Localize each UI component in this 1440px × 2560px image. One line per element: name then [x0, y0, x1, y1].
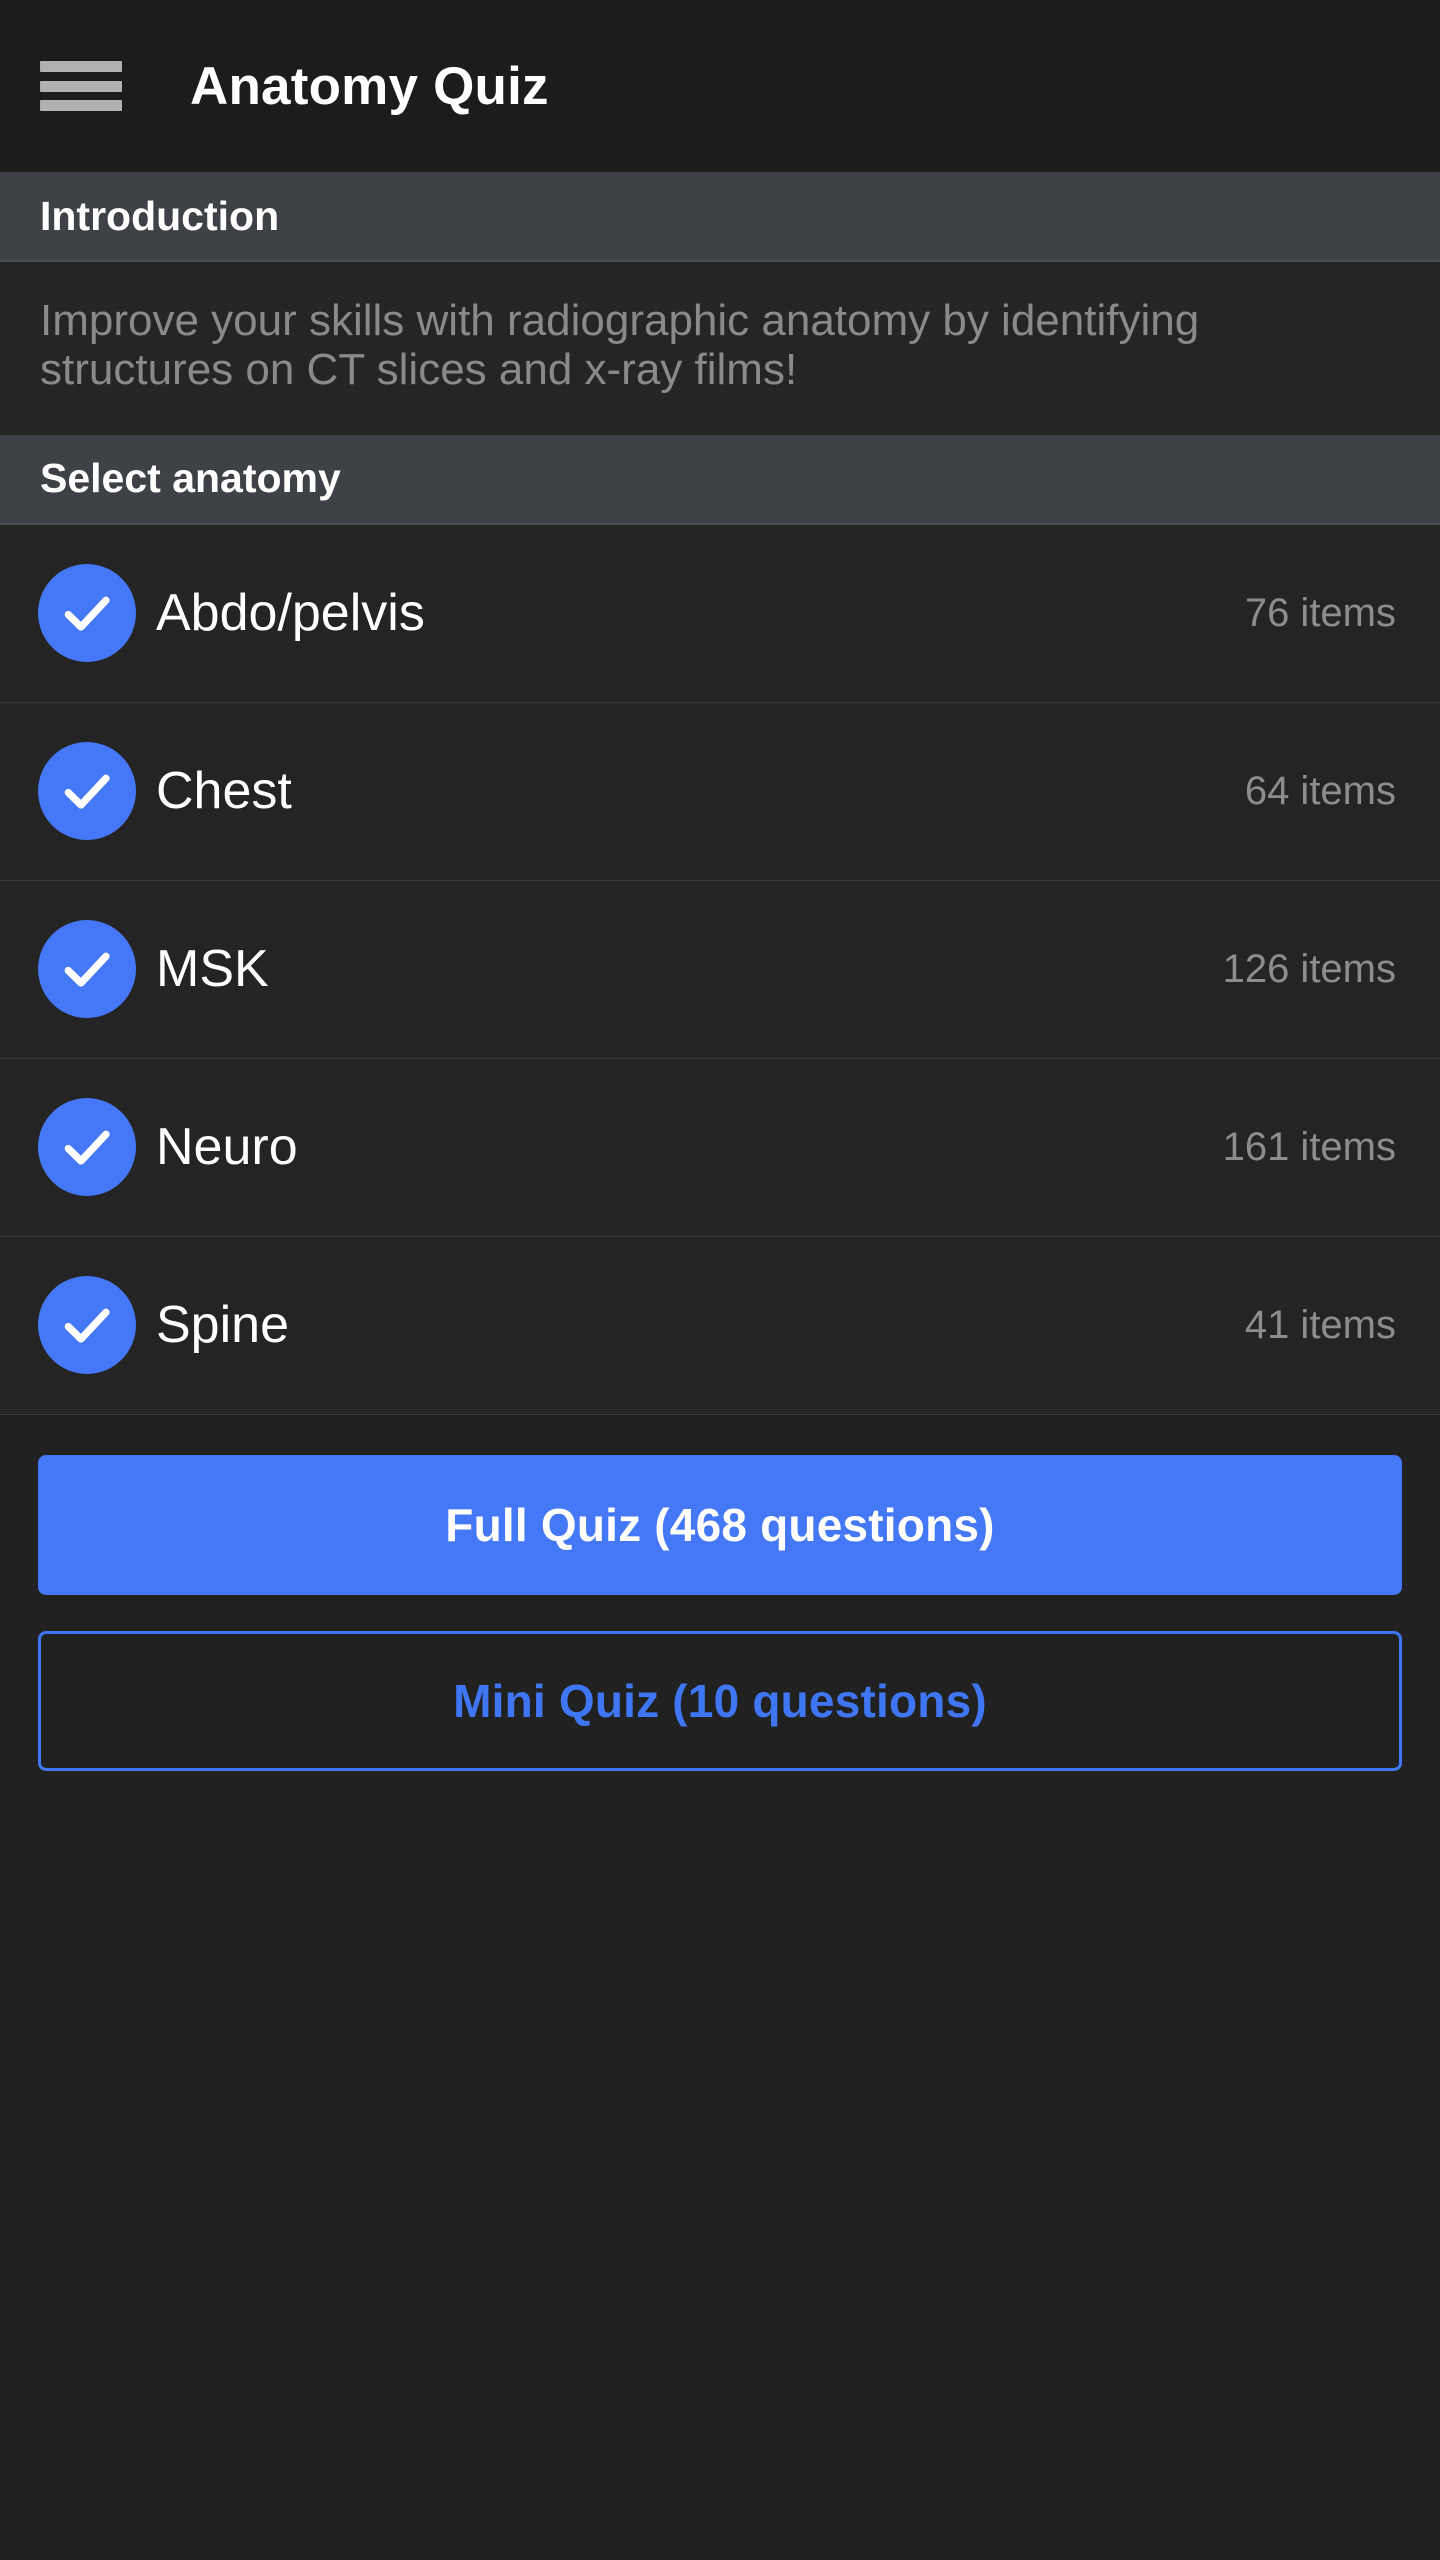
anatomy-label: MSK [156, 940, 269, 999]
list-item[interactable]: Neuro 161 items [0, 1058, 1440, 1237]
select-anatomy-header-label: Select anatomy [40, 455, 341, 502]
app-bar: Anatomy Quiz [0, 0, 1440, 172]
full-quiz-button[interactable]: Full Quiz (468 questions) [38, 1454, 1402, 1595]
list-item[interactable]: Abdo/pelvis 76 items [0, 524, 1440, 703]
list-item[interactable]: MSK 126 items [0, 880, 1440, 1059]
page-title: Anatomy Quiz [190, 56, 549, 116]
select-anatomy-section-header: Select anatomy [0, 434, 1440, 525]
anatomy-list: Abdo/pelvis 76 items Chest 64 items MSK … [0, 524, 1440, 1415]
hamburger-bar [40, 61, 122, 72]
mini-quiz-button[interactable]: Mini Quiz (10 questions) [38, 1630, 1402, 1771]
quiz-actions: Full Quiz (468 questions) Mini Quiz (10 … [0, 1415, 1440, 1771]
anatomy-label: Abdo/pelvis [156, 584, 425, 643]
checkmark-icon[interactable] [38, 742, 136, 841]
hamburger-menu-icon[interactable] [40, 53, 122, 119]
hamburger-bar [40, 100, 122, 111]
introduction-section-header: Introduction [0, 172, 1440, 262]
anatomy-item-count: 76 items [1244, 591, 1396, 636]
anatomy-item-count: 161 items [1222, 1125, 1396, 1170]
checkmark-icon[interactable] [38, 920, 136, 1019]
hamburger-bar [40, 80, 122, 92]
bottom-empty-area [0, 1770, 1440, 2560]
app-root: Anatomy Quiz Introduction Improve your s… [0, 0, 1440, 2560]
checkmark-icon[interactable] [38, 564, 136, 663]
anatomy-item-count: 41 items [1244, 1303, 1396, 1348]
anatomy-label: Neuro [156, 1118, 298, 1177]
anatomy-item-count: 64 items [1244, 769, 1396, 814]
anatomy-label: Spine [156, 1296, 289, 1355]
list-item[interactable]: Spine 41 items [0, 1236, 1440, 1415]
checkmark-icon[interactable] [38, 1098, 136, 1197]
list-item[interactable]: Chest 64 items [0, 702, 1440, 881]
introduction-text: Improve your skills with radiographic an… [40, 296, 1200, 395]
checkmark-icon[interactable] [38, 1276, 136, 1375]
anatomy-label: Chest [156, 762, 292, 821]
introduction-header-label: Introduction [40, 192, 280, 239]
anatomy-item-count: 126 items [1222, 947, 1396, 992]
introduction-body: Improve your skills with radiographic an… [0, 262, 1440, 435]
